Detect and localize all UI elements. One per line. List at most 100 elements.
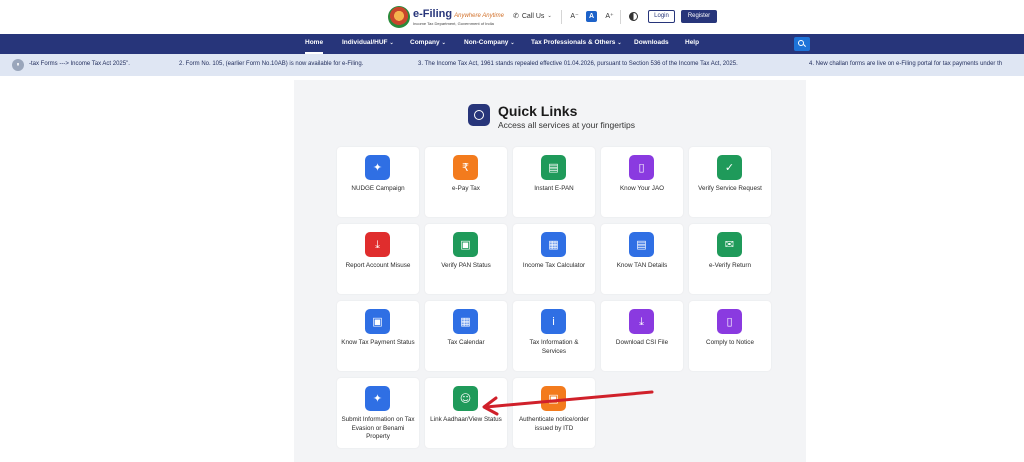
link-icon: [468, 104, 490, 126]
font-normal-button[interactable]: A: [586, 11, 597, 22]
quick-link-label: NUDGE Campaign: [351, 185, 405, 192]
chevron-down-icon: ⌄: [547, 13, 552, 19]
quick-link-label: Income Tax Calculator: [522, 262, 586, 269]
font-decrease-button[interactable]: A⁻: [569, 11, 580, 22]
glyph: i: [551, 315, 556, 328]
quick-link-tile[interactable]: ✉ e-Verify Return: [689, 224, 771, 294]
ticker-item[interactable]: 4. New challan forms are live on e-Filin…: [809, 61, 1002, 67]
quick-link-tile[interactable]: ▤ Instant E-PAN: [513, 147, 595, 217]
quick-link-label: Know Your JAO: [619, 185, 665, 192]
ticker-item[interactable]: 2. Form No. 105, (earlier Form No.10AB) …: [179, 61, 363, 67]
quick-link-tile[interactable]: ☺ Link Aadhaar/View Status: [425, 378, 507, 448]
quick-link-label: Know TAN Details: [616, 262, 668, 269]
quick-link-tile[interactable]: ▦ Tax Calendar: [425, 301, 507, 371]
quick-link-tile[interactable]: ✦ NUDGE Campaign: [337, 147, 419, 217]
ticker-item[interactable]: -tax Forms ---> Income Tax Act 2025".: [29, 61, 130, 67]
national-emblem-icon: [388, 6, 410, 28]
quick-link-tile[interactable]: ✓ Verify Service Request: [689, 147, 771, 217]
nav-home[interactable]: Home: [305, 34, 324, 54]
user-link-icon: ☺: [453, 386, 478, 411]
nav-individual-huf[interactable]: Individual/HUF ⌄: [342, 34, 394, 54]
link-icon-ring: [474, 110, 484, 120]
login-button[interactable]: Login: [648, 10, 675, 23]
pan-status-icon: ▣: [453, 232, 478, 257]
quick-link-tile[interactable]: ▯ Know Your JAO: [601, 147, 683, 217]
efiling-home-page: e-Filing Anywhere Anytime Income Tax Depa…: [0, 0, 1024, 462]
contrast-toggle-icon[interactable]: [629, 12, 638, 21]
glyph: ⤓: [375, 238, 380, 251]
divider: [561, 10, 562, 24]
document-user-icon: ▯: [629, 155, 654, 180]
quick-link-tile[interactable]: ▣ Verify PAN Status: [425, 224, 507, 294]
quick-link-label: Verify PAN Status: [441, 262, 491, 269]
quick-link-label: Tax Information & Services: [529, 339, 579, 355]
search-button[interactable]: [794, 37, 810, 51]
quick-link-tile[interactable]: ▤ Know TAN Details: [601, 224, 683, 294]
e-pan-card-icon: ▤: [541, 155, 566, 180]
logo-title: e-Filing Anywhere Anytime: [413, 7, 504, 20]
quick-link-tile[interactable]: i Tax Information & Services: [513, 301, 595, 371]
quick-link-tile[interactable]: ▯ Comply to Notice: [689, 301, 771, 371]
quick-link-tile[interactable]: ▣ Authenticate notice/order issued by ITD: [513, 378, 595, 448]
quick-link-label: Link Aadhaar/View Status: [430, 416, 502, 423]
glyph: ▣: [548, 392, 559, 405]
quick-link-label: Know Tax Payment Status: [341, 339, 415, 346]
register-button[interactable]: Register: [681, 10, 717, 23]
glyph: ✉: [724, 238, 735, 251]
glyph: ▦: [548, 238, 559, 251]
glyph: ✦: [372, 392, 383, 405]
glyph: ▤: [636, 238, 647, 251]
quick-link-label: e-Verify Return: [709, 262, 751, 269]
quick-link-tile[interactable]: ⤓ Report Account Misuse: [337, 224, 419, 294]
quick-link-tile[interactable]: ▦ Income Tax Calculator: [513, 224, 595, 294]
quick-link-label: Download CSI File: [615, 339, 669, 346]
nav-downloads[interactable]: Downloads: [634, 34, 669, 54]
glyph: ▯: [726, 315, 733, 328]
calculator-icon: ▦: [541, 232, 566, 257]
glyph: ⤓: [639, 315, 644, 328]
quick-link-label: Comply to Notice: [706, 339, 754, 346]
download-icon: ⤓: [629, 309, 654, 334]
news-ticker: ⏸ -tax Forms ---> Income Tax Act 2025". …: [0, 54, 1024, 76]
verify-check-icon: ✓: [717, 155, 742, 180]
efiling-logo[interactable]: e-Filing Anywhere Anytime Income Tax Depa…: [388, 5, 504, 29]
glyph: ₹: [462, 161, 469, 174]
ticker-item[interactable]: 3. The Income Tax Act, 1961 stands repea…: [418, 61, 738, 67]
search-icon-handle: [802, 44, 807, 48]
megaphone-icon: ✦: [365, 155, 390, 180]
glyph: ▤: [548, 161, 559, 174]
glyph: ✦: [372, 161, 383, 174]
nav-help[interactable]: Help: [685, 34, 699, 54]
quick-link-label: Authenticate notice/order issued by ITD: [518, 416, 589, 432]
quick-link-label: Tax Calendar: [447, 339, 485, 346]
logo-text: e-Filing Anywhere Anytime Income Tax Depa…: [413, 7, 504, 26]
payment-status-icon: ▣: [365, 309, 390, 334]
glyph: ▣: [372, 315, 383, 328]
pay-tax-icon: ₹: [453, 155, 478, 180]
glyph: ▯: [638, 161, 645, 174]
top-header: e-Filing Anywhere Anytime Income Tax Depa…: [0, 0, 1024, 34]
glyph: ▣: [460, 238, 471, 251]
quick-link-tile[interactable]: ▣ Know Tax Payment Status: [337, 301, 419, 371]
nav-company[interactable]: Company ⌄: [410, 34, 446, 54]
quick-link-tile[interactable]: ✦ Submit Information on Tax Evasion or Be…: [337, 378, 419, 448]
quick-link-label: Verify Service Request: [698, 185, 762, 192]
quick-link-tile[interactable]: ⤓ Download CSI File: [601, 301, 683, 371]
e-verify-envelope-icon: ✉: [717, 232, 742, 257]
font-increase-button[interactable]: A⁺: [604, 11, 615, 22]
phone-icon: ✆: [513, 13, 519, 20]
quick-links-title: Quick Links: [498, 103, 578, 119]
nav-tax-professionals[interactable]: Tax Professionals & Others ⌄: [531, 34, 622, 54]
chevron-down-icon: ⌄: [510, 40, 515, 46]
quick-links-subtitle: Access all services at your fingertips: [498, 120, 635, 130]
download-report-icon: ⤓: [365, 232, 390, 257]
quick-link-label: e-Pay Tax: [452, 185, 480, 192]
tan-details-icon: ▤: [629, 232, 654, 257]
megaphone-icon: ✦: [365, 386, 390, 411]
quick-link-tile[interactable]: ₹ e-Pay Tax: [425, 147, 507, 217]
quick-link-label: Instant E-PAN: [534, 185, 574, 192]
pause-ticker-icon[interactable]: ⏸: [12, 59, 24, 71]
divider: [620, 10, 621, 24]
call-us-dropdown[interactable]: ✆ Call Us ⌄: [513, 12, 552, 21]
nav-non-company[interactable]: Non-Company ⌄: [464, 34, 515, 54]
